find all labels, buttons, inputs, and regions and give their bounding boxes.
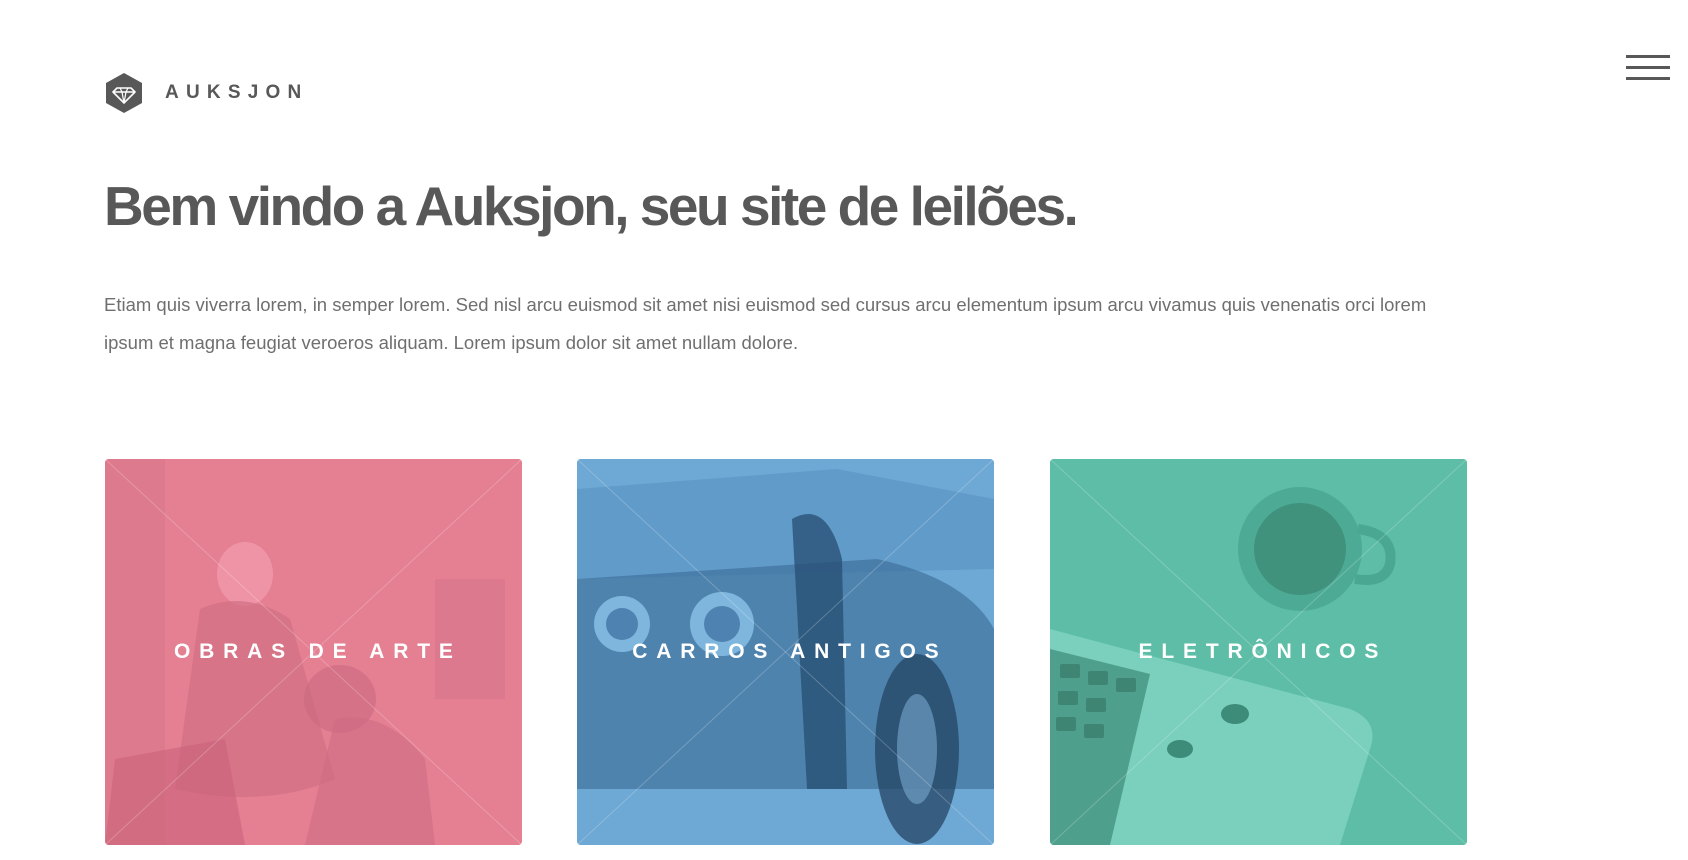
tile-label: ELETRÔNICOS: [1138, 640, 1388, 663]
category-tile-obras-de-arte[interactable]: OBRAS DE ARTE: [105, 459, 522, 845]
tile-label: CARROS ANTIGOS: [632, 640, 948, 663]
tile-label: OBRAS DE ARTE: [174, 640, 462, 663]
category-tile-eletronicos[interactable]: ELETRÔNICOS: [1050, 459, 1467, 845]
category-tile-carros-antigos[interactable]: CARROS ANTIGOS: [577, 459, 994, 845]
page-title: Bem vindo a Auksjon, seu site de leilões…: [104, 175, 1079, 237]
intro-paragraph: Etiam quis viverra lorem, in semper lore…: [104, 294, 1427, 353]
diamond-icon: [106, 73, 142, 113]
brand-name: AUKSJON: [165, 82, 309, 103]
logo-link[interactable]: AUKSJON: [105, 72, 308, 114]
hamburger-menu-icon[interactable]: [1626, 53, 1670, 83]
